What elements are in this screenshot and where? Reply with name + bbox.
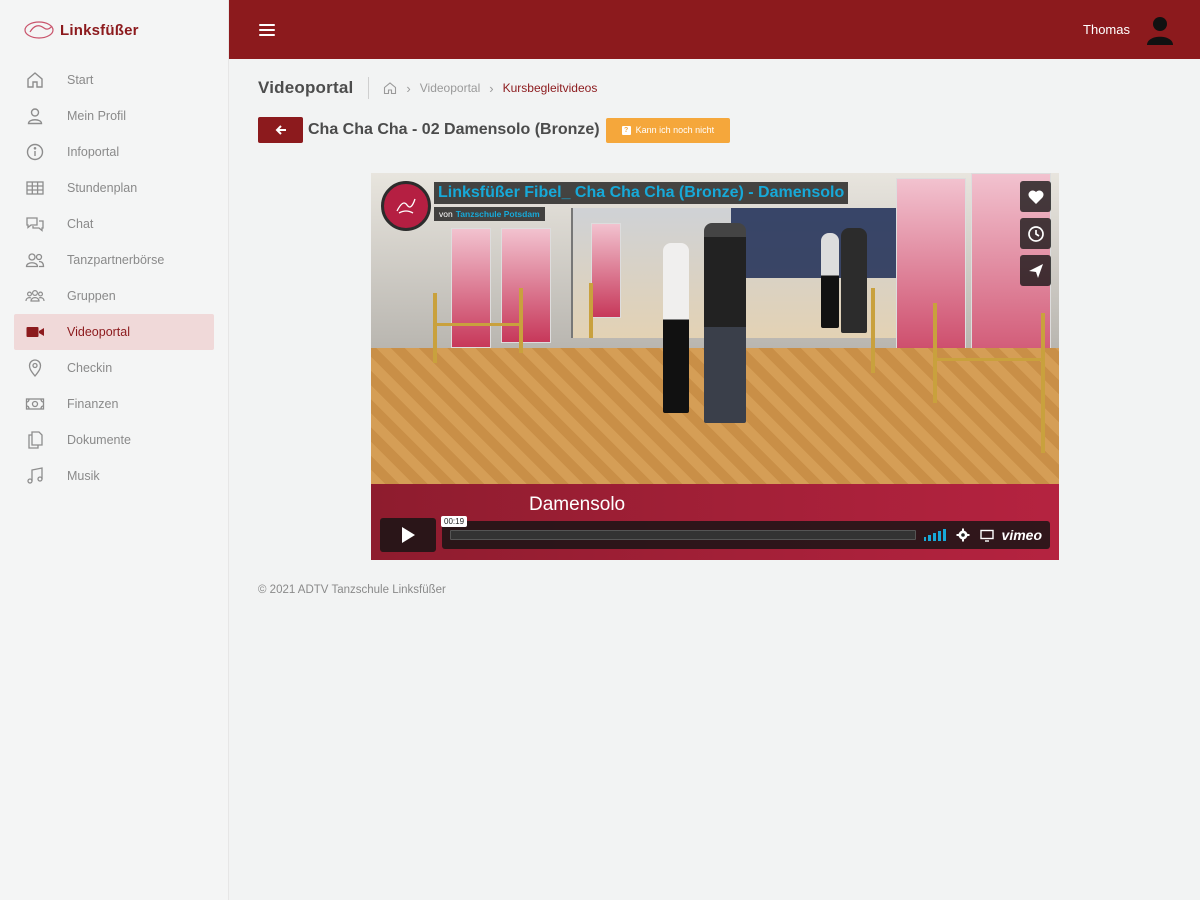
send-icon (1028, 263, 1043, 278)
sidebar-item-label: Mein Profil (67, 109, 127, 123)
volume-icon[interactable] (923, 529, 946, 541)
money-icon (24, 393, 46, 415)
fullscreen-icon[interactable] (979, 528, 994, 542)
player-video-title[interactable]: Linksfüßer Fibel_ Cha Cha Cha (Bronze) -… (434, 182, 849, 204)
play-button[interactable] (380, 518, 436, 552)
cant-do-yet-label: Kann ich noch nicht (635, 125, 715, 135)
gear-icon[interactable] (956, 528, 970, 542)
channel-logo-icon[interactable] (381, 181, 431, 231)
avatar[interactable] (1146, 15, 1174, 45)
clock-icon (1027, 225, 1044, 242)
sidebar-item-label: Videoportal (67, 325, 131, 339)
sidebar-item-label: Finanzen (67, 397, 119, 411)
channel-link[interactable]: Tanzschule Potsdam (456, 209, 540, 219)
info-icon (24, 141, 46, 163)
player-controls: 00:19 vimeo (380, 516, 1050, 552)
header-divider (368, 77, 370, 99)
location-pin-icon (24, 357, 46, 379)
user-name: Thomas (1083, 22, 1130, 37)
page-header: Videoportal › Videoportal › Kursbegleitv… (258, 59, 1158, 117)
sidebar-item-musik[interactable]: Musik (14, 458, 214, 494)
sidebar: Linksfüßer Start Mein Profil Infoportal … (0, 0, 229, 900)
sidebar-item-infoportal[interactable]: Infoportal (14, 134, 214, 170)
sidebar-item-chat[interactable]: Chat (14, 206, 214, 242)
breadcrumb: › Videoportal › Kursbegleitvideos (383, 81, 597, 96)
sidebar-item-checkin[interactable]: Checkin (14, 350, 214, 386)
cant-do-yet-button[interactable]: ? Kann ich noch nicht (605, 117, 731, 143)
breadcrumb-item-videoportal[interactable]: Videoportal (420, 81, 481, 95)
sidebar-item-label: Checkin (67, 361, 113, 375)
user-menu[interactable]: Thomas (1083, 0, 1174, 59)
video-band-text: Damensolo (529, 494, 626, 515)
sidebar-item-start[interactable]: Start (14, 62, 214, 98)
player-side-actions (1020, 181, 1051, 286)
sidebar-item-mein-profil[interactable]: Mein Profil (14, 98, 214, 134)
sidebar-item-label: Start (67, 73, 94, 87)
sidebar-item-stundenplan[interactable]: Stundenplan (14, 170, 214, 206)
top-bar: Thomas (229, 0, 1200, 59)
play-icon (402, 527, 415, 543)
back-button[interactable] (258, 117, 303, 143)
sidebar-item-label: Dokumente (67, 433, 131, 447)
sidebar-item-gruppen[interactable]: Gruppen (14, 278, 214, 314)
share-button[interactable] (1020, 255, 1051, 286)
footer: © 2021 ADTV Tanzschule Linksfüßer (258, 584, 446, 596)
sidebar-item-videoportal[interactable]: Videoportal (14, 314, 214, 350)
sidebar-item-dokumente[interactable]: Dokumente (14, 422, 214, 458)
main-content: Videoportal › Videoportal › Kursbegleitv… (258, 59, 1158, 560)
sidebar-item-label: Stundenplan (67, 181, 138, 195)
brand-name: Linksfüßer (60, 21, 139, 39)
brand[interactable]: Linksfüßer (0, 0, 228, 60)
user-icon (24, 105, 46, 127)
sidebar-nav: Start Mein Profil Infoportal Stundenplan… (0, 60, 228, 494)
menu-toggle-icon[interactable] (259, 23, 275, 37)
documents-icon (24, 429, 46, 451)
chat-icon (24, 213, 46, 235)
video-title-overlay: Linksfüßer Fibel_ Cha Cha Cha (Bronze) -… (381, 181, 849, 231)
video-icon (24, 321, 46, 343)
sidebar-item-label: Tanzpartnerbörse (67, 253, 165, 267)
chevron-right-icon: › (489, 80, 494, 96)
video-player[interactable]: Damensolo Linksfüßer Fibel_ Cha Cha Cha … (371, 173, 1059, 560)
watch-later-button[interactable] (1020, 218, 1051, 249)
heart-icon (1027, 189, 1044, 204)
vimeo-logo[interactable]: vimeo (1002, 527, 1042, 543)
like-button[interactable] (1020, 181, 1051, 212)
sidebar-item-label: Gruppen (67, 289, 116, 303)
question-icon: ? (621, 125, 631, 135)
groups-icon (24, 285, 46, 307)
arrow-left-icon (275, 125, 286, 135)
breadcrumb-item-current: Kursbegleitvideos (502, 81, 598, 95)
grid-icon (24, 177, 46, 199)
page-title: Videoportal (258, 78, 354, 97)
sidebar-item-label: Infoportal (67, 145, 120, 159)
users-icon (24, 249, 46, 271)
timecode: 00:19 (441, 516, 468, 527)
video-header: Cha Cha Cha - 02 Damensolo (Bronze) ? Ka… (258, 117, 1158, 143)
sidebar-item-finanzen[interactable]: Finanzen (14, 386, 214, 422)
progress-bar[interactable]: 00:19 (441, 516, 916, 540)
control-bar: 00:19 vimeo (441, 516, 1050, 549)
sidebar-item-tanzpartnerboerse[interactable]: Tanzpartnerbörse (14, 242, 214, 278)
home-icon (24, 69, 46, 91)
by-label: von (439, 209, 453, 219)
chevron-right-icon: › (406, 80, 411, 96)
sidebar-item-label: Chat (67, 217, 94, 231)
channel-line: von Tanzschule Potsdam (434, 207, 545, 221)
video-title: Cha Cha Cha - 02 Damensolo (Bronze) (308, 121, 600, 138)
music-icon (24, 465, 46, 487)
sidebar-item-label: Musik (67, 469, 100, 483)
brand-logo-icon (24, 21, 54, 39)
home-icon[interactable] (383, 81, 397, 95)
